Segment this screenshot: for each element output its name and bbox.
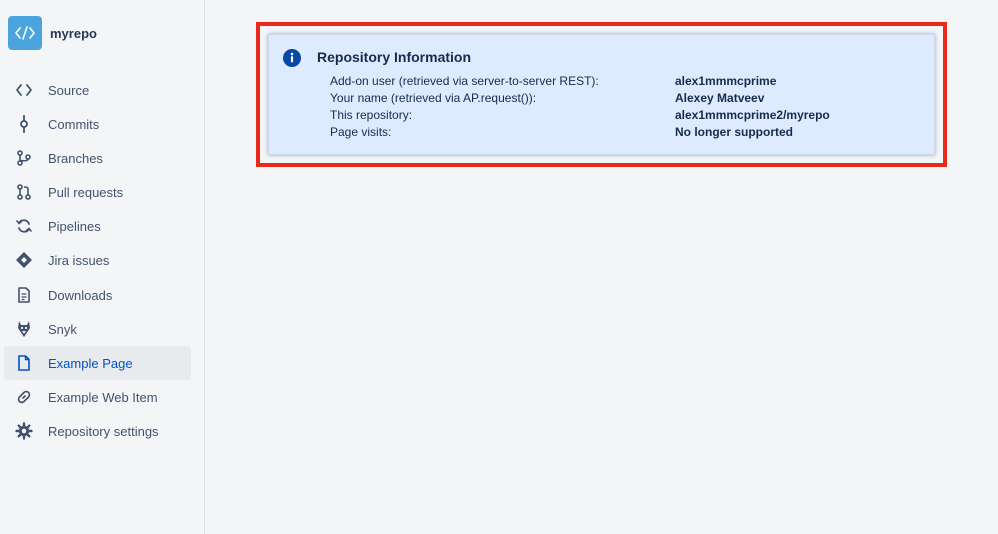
branch-icon xyxy=(14,148,34,168)
jira-icon xyxy=(14,250,34,270)
link-icon xyxy=(14,387,34,407)
sidebar-item-example-page[interactable]: Example Page xyxy=(4,346,191,380)
sidebar-item-label: Source xyxy=(48,82,90,98)
sidebar-item-label: Branches xyxy=(48,150,103,166)
sidebar-item-label: Example Web Item xyxy=(48,389,158,405)
panel-title: Repository Information xyxy=(317,49,472,65)
sidebar-item-snyk[interactable]: Snyk xyxy=(4,312,191,346)
info-label: Page visits: xyxy=(330,125,392,139)
file-icon xyxy=(14,285,34,305)
sidebar-item-example-web-item[interactable]: Example Web Item xyxy=(4,380,191,414)
sidebar-item-pull-requests[interactable]: Pull requests xyxy=(4,175,191,209)
info-label: Your name (retrieved via AP.request()): xyxy=(330,91,537,105)
sidebar-item-commits[interactable]: Commits xyxy=(4,107,191,141)
gear-icon xyxy=(14,421,34,441)
sidebar-item-label: Repository settings xyxy=(48,423,159,439)
info-label: This repository: xyxy=(330,108,413,122)
repo-name[interactable]: myrepo xyxy=(50,26,97,41)
info-value: No longer supported xyxy=(675,125,793,139)
sidebar-item-label: Jira issues xyxy=(48,252,110,268)
info-value: alex1mmmcprime xyxy=(675,74,777,88)
sidebar-item-pipelines[interactable]: Pipelines xyxy=(4,209,191,243)
sidebar-item-label: Commits xyxy=(48,116,100,132)
sidebar-item-jira-issues[interactable]: Jira issues xyxy=(4,243,191,277)
snyk-icon xyxy=(14,319,34,339)
repo-avatar[interactable] xyxy=(8,16,42,50)
sidebar-item-downloads[interactable]: Downloads xyxy=(4,278,191,312)
info-label: Add-on user (retrieved via server-to-ser… xyxy=(330,74,599,88)
repo-header[interactable]: myrepo xyxy=(8,16,97,50)
commit-icon xyxy=(14,114,34,134)
sidebar-item-repository-settings[interactable]: Repository settings xyxy=(4,414,191,448)
sidebar-item-label: Downloads xyxy=(48,287,113,303)
page-icon xyxy=(14,353,34,373)
source-icon xyxy=(14,80,34,100)
sidebar-item-label: Snyk xyxy=(48,321,77,337)
pull-request-icon xyxy=(14,182,34,202)
info-value: Alexey Matveev xyxy=(675,91,765,105)
sidebar: myrepo Source Commits Branches Pull requ… xyxy=(0,0,205,534)
sidebar-item-branches[interactable]: Branches xyxy=(4,141,191,175)
pipelines-icon xyxy=(14,216,34,236)
info-value: alex1mmmcprime2/myrepo xyxy=(675,108,830,122)
code-icon xyxy=(15,26,35,40)
sidebar-item-label: Pipelines xyxy=(48,218,101,234)
sidebar-item-source[interactable]: Source xyxy=(4,73,191,107)
sidebar-item-label: Pull requests xyxy=(48,184,124,200)
info-icon xyxy=(283,49,301,67)
sidebar-item-label: Example Page xyxy=(48,355,133,371)
